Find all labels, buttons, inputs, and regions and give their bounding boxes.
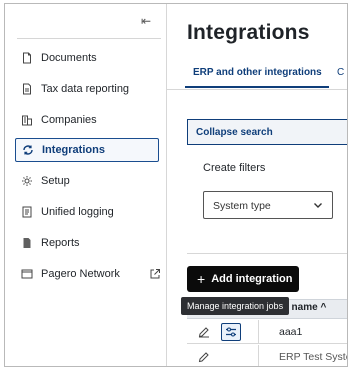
- sidebar-item-label: Integrations: [42, 144, 105, 156]
- building-icon: [21, 114, 33, 126]
- sidebar-item-label: Pagero Network: [41, 268, 120, 280]
- log-icon: [21, 206, 33, 218]
- external-link-icon: [149, 268, 161, 280]
- sidebar-item-setup[interactable]: Setup: [15, 169, 159, 193]
- report-doc-icon: [21, 83, 33, 95]
- add-integration-button[interactable]: + Add integration: [187, 266, 299, 292]
- system-type-select[interactable]: System type: [203, 191, 333, 219]
- chevron-down-icon: [312, 199, 324, 211]
- select-value: System type: [213, 200, 271, 212]
- sidebar-item-label: Unified logging: [41, 206, 114, 218]
- collapse-search-button[interactable]: Collapse search: [187, 119, 347, 145]
- app-window: ⇤ Documents Tax data reporting Companies: [4, 3, 348, 367]
- tab-erp-integrations[interactable]: ERP and other integrations: [193, 67, 322, 78]
- page-title: Integrations: [187, 21, 310, 44]
- main-content: Integrations ERP and other integrations …: [167, 4, 347, 366]
- sidebar-item-pagero-network[interactable]: Pagero Network: [15, 262, 161, 286]
- sidebar-item-label: Documents: [41, 52, 97, 64]
- create-filters-label: Create filters: [203, 162, 266, 174]
- tab-divider: [167, 89, 347, 90]
- section-divider: [187, 253, 347, 254]
- row-actions: [187, 345, 259, 366]
- sidebar-item-label: Companies: [41, 114, 97, 126]
- gear-icon: [21, 175, 33, 187]
- plus-icon: +: [197, 271, 206, 287]
- sidebar: ⇤ Documents Tax data reporting Companies: [5, 4, 167, 366]
- sidebar-item-tax-data-reporting[interactable]: Tax data reporting: [15, 77, 159, 101]
- sidebar-item-label: Reports: [41, 237, 80, 249]
- sidebar-item-reports[interactable]: Reports: [15, 231, 159, 255]
- edit-icon[interactable]: [197, 325, 211, 339]
- table-row[interactable]: aaa1: [187, 320, 347, 344]
- sort-ascending-icon: ^: [320, 302, 327, 313]
- network-icon: [21, 268, 33, 280]
- sidebar-item-companies[interactable]: Companies: [15, 108, 159, 132]
- system-name-cell: aaa1: [279, 326, 303, 338]
- sidebar-item-integrations[interactable]: Integrations: [15, 138, 159, 162]
- sidebar-item-label: Setup: [41, 175, 70, 187]
- add-integration-label: Add integration: [211, 273, 293, 285]
- system-name-cell: ERP Test Syste: [279, 351, 348, 363]
- tooltip: Manage integration jobs: [181, 297, 290, 315]
- collapse-sidebar-icon[interactable]: ⇤: [139, 14, 153, 28]
- sidebar-divider: [17, 38, 161, 39]
- sidebar-item-documents[interactable]: Documents: [15, 46, 159, 70]
- edit-icon[interactable]: [197, 350, 211, 364]
- document-icon: [21, 52, 33, 64]
- integrations-icon: [22, 144, 34, 156]
- tab-next[interactable]: C: [337, 67, 344, 78]
- active-tab-indicator: [185, 86, 329, 88]
- table-row[interactable]: ERP Test Syste: [187, 345, 348, 366]
- sidebar-item-unified-logging[interactable]: Unified logging: [15, 200, 159, 224]
- sidebar-item-label: Tax data reporting: [41, 83, 130, 95]
- row-actions: [187, 320, 259, 344]
- manage-jobs-button[interactable]: [221, 323, 241, 341]
- reports-icon: [21, 237, 33, 249]
- sliders-icon: [226, 327, 236, 337]
